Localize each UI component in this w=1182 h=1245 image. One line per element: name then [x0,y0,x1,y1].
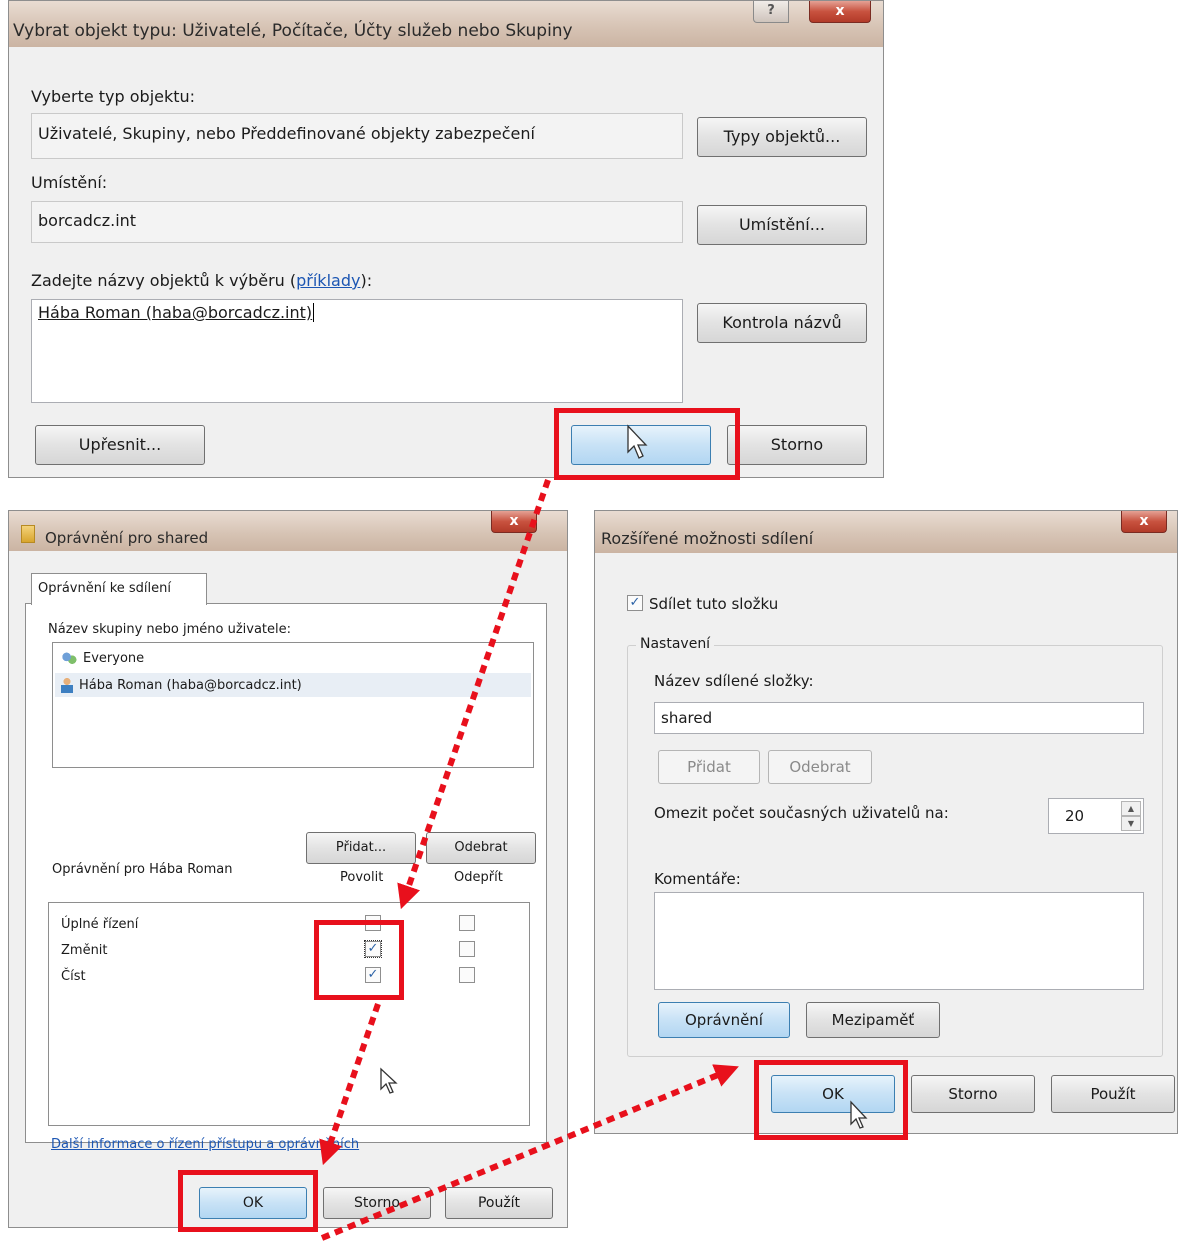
permission-change: Změnit [61,943,108,958]
list-item-haba-roman[interactable]: Hába Roman (haba@borcadcz.int) [55,673,531,697]
settings-group-label: Nastavení [636,636,715,652]
add-share-name-button[interactable]: Přidat [658,750,760,784]
user-icon [61,677,73,693]
dialog-titlebar: Vybrat objekt typu: Uživatelé, Počítače,… [9,1,883,47]
caching-button[interactable]: Mezipaměť [806,1002,940,1038]
principal-name: Everyone [83,651,145,666]
comments-label: Komentáře: [654,870,741,888]
apply-button[interactable]: Použít [445,1187,553,1219]
user-limit-label: Omezit počet současných uživatelů na: [654,804,949,822]
apply-button[interactable]: Použít [1051,1075,1175,1113]
object-types-button[interactable]: Typy objektů... [697,117,867,157]
highlight-ok-dialog2 [178,1170,318,1232]
deny-column-header: Odepřít [454,870,503,885]
deny-change-checkbox[interactable] [459,941,475,957]
add-principal-button[interactable]: Přidat... [306,832,416,864]
object-names-input[interactable]: Hába Roman (haba@borcadcz.int) [31,299,683,403]
remove-share-name-button[interactable]: Odebrat [768,750,872,784]
object-type-field: Uživatelé, Skupiny, nebo Předdefinované … [31,113,683,159]
cancel-button[interactable]: Storno [727,425,867,465]
permissions-list: Úplné řízení Změnit Číst ✓ ✓ [48,902,530,1126]
settings-group: Nastavení Název sdílené složky: shared P… [627,636,1163,1057]
principals-label: Název skupiny nebo jméno uživatele: [48,622,292,637]
mouse-cursor-icon [380,1067,398,1094]
dialog-title: Vybrat objekt typu: Uživatelé, Počítače,… [13,21,573,41]
spinner-down-button[interactable]: ▼ [1121,816,1141,831]
allow-column-header: Povolit [340,870,384,885]
access-control-info-link[interactable]: Další informace o řízení přístupu a oprá… [51,1137,359,1152]
group-icon [61,651,77,666]
object-names-label-text: Zadejte názvy objektů k výběru ( [31,271,297,290]
remove-principal-button[interactable]: Odebrat [426,832,536,864]
close-button[interactable]: x [1121,511,1167,533]
highlight-ok-dialog3 [754,1060,908,1140]
share-permissions-dialog: Oprávnění pro shared x Oprávnění ke sdíl… [8,510,568,1228]
deny-full-control-checkbox[interactable] [459,915,475,931]
advanced-button[interactable]: Upřesnit... [35,425,205,465]
highlight-allow-checkboxes [314,920,404,1000]
share-folder-label: Sdílet tuto složku [649,595,779,613]
location-button[interactable]: Umístění... [697,205,867,245]
object-type-label: Vyberte typ objektu: [31,87,196,106]
cancel-button[interactable]: Storno [911,1075,1035,1113]
dialog-titlebar: Oprávnění pro shared x [9,511,567,551]
location-field: borcadcz.int [31,201,683,243]
principals-list[interactable]: Everyone Hába Roman (haba@borcadcz.int) [52,642,534,768]
dialog-titlebar: Rozšířené možnosti sdílení x [595,511,1177,553]
user-limit-value: 20 [1065,807,1085,825]
comments-input[interactable] [654,892,1144,990]
share-name-input[interactable]: shared [654,702,1144,734]
permissions-button[interactable]: Oprávnění [658,1002,790,1038]
permissions-label: Oprávnění pro Hába Roman [52,862,233,877]
spinner-up-button[interactable]: ▲ [1121,801,1141,816]
examples-link[interactable]: příklady [296,271,360,290]
advanced-sharing-dialog: Rozšířené možnosti sdílení x ✓ Sdílet tu… [594,510,1178,1134]
deny-read-checkbox[interactable] [459,967,475,983]
folder-icon [21,525,35,543]
dialog-title: Oprávnění pro shared [45,529,209,547]
object-names-label: Zadejte názvy objektů k výběru (příklady… [31,271,372,290]
cancel-button[interactable]: Storno [323,1187,431,1219]
share-name-label: Název sdílené složky: [654,672,814,690]
location-label: Umístění: [31,173,108,192]
text-caret [313,303,315,322]
list-item-everyone[interactable]: Everyone [61,651,144,666]
object-name-entry: Hába Roman (haba@borcadcz.int) [38,303,313,322]
tab-panel: Název skupiny nebo jméno uživatele: Ever… [25,603,547,1143]
permission-full-control: Úplné řízení [61,917,139,932]
share-folder-checkbox[interactable]: ✓ [627,595,643,611]
check-names-button[interactable]: Kontrola názvů [697,303,867,343]
select-object-dialog: Vybrat objekt typu: Uživatelé, Počítače,… [8,0,884,478]
close-button[interactable]: x [491,511,537,533]
highlight-ok-dialog1 [554,408,740,480]
close-button[interactable]: x [809,1,871,23]
user-limit-spinner[interactable]: 20 ▲ ▼ [1048,798,1144,834]
object-names-label-suffix: ): [360,271,373,290]
help-button[interactable]: ? [753,1,789,23]
dialog-title: Rozšířené možnosti sdílení [601,529,814,548]
permission-read: Číst [61,969,86,984]
tab-share-permissions[interactable]: Oprávnění ke sdílení [31,573,207,605]
principal-name: Hába Roman (haba@borcadcz.int) [79,677,302,693]
